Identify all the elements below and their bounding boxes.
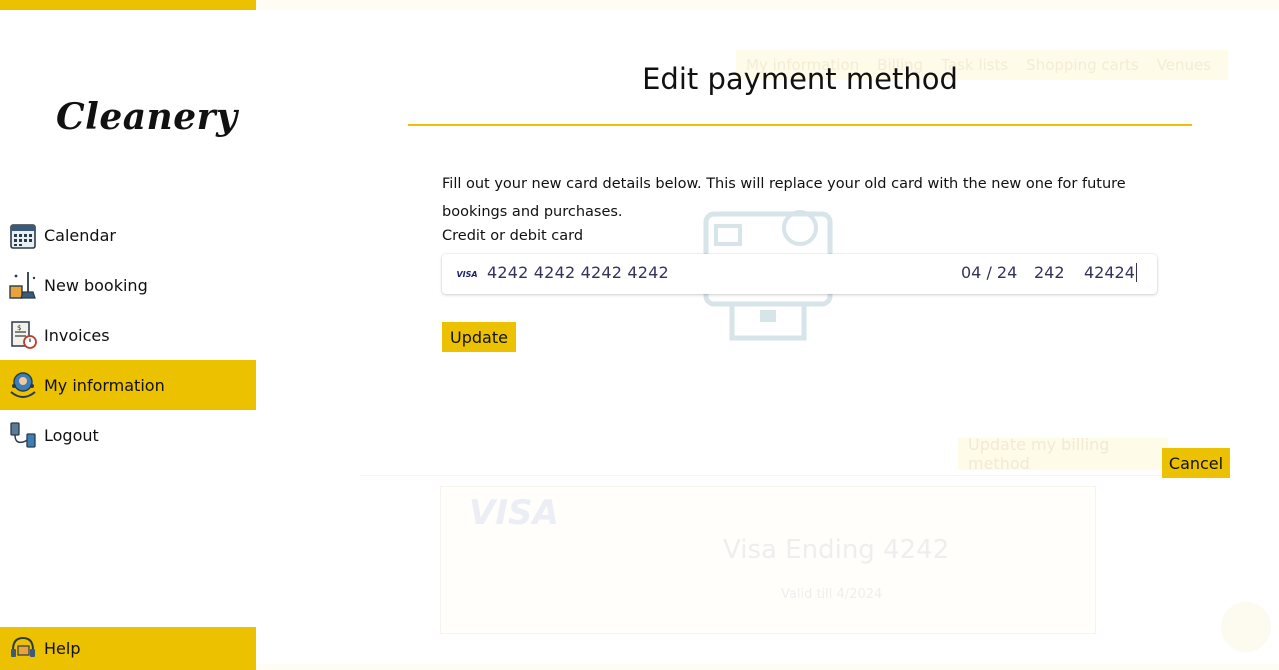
page-title: Edit payment method — [642, 62, 958, 96]
cancel-button[interactable]: Cancel — [1162, 448, 1230, 478]
help-headset-icon — [11, 636, 35, 657]
card-cvc-input[interactable]: 242 — [1034, 263, 1065, 282]
svg-text:$: $ — [17, 324, 21, 332]
logout-plug-icon — [10, 422, 36, 448]
update-button[interactable]: Update — [442, 322, 516, 352]
sidebar-item-logout[interactable]: Logout — [0, 410, 256, 460]
background-card-title: Visa Ending 4242 — [723, 535, 950, 565]
title-divider — [408, 124, 1192, 126]
app-logo[interactable]: Cleanery — [56, 96, 238, 138]
sidebar-item-label: Logout — [44, 425, 99, 445]
help-button[interactable]: Help — [0, 627, 256, 670]
invoice-icon: $ — [11, 321, 37, 349]
calendar-icon — [10, 224, 36, 249]
background-bottom-strip — [256, 664, 1279, 670]
card-field-label: Credit or debit card — [442, 228, 584, 244]
sidebar-item-label: Calendar — [44, 225, 116, 245]
visa-logo-icon: VISA — [469, 493, 559, 533]
sidebar-item-label: Invoices — [44, 325, 110, 345]
sidebar-item-label: My information — [44, 375, 165, 395]
background-card-valid: Valid till 4/2024 — [781, 587, 883, 602]
sidebar-item-my-information[interactable]: My information — [0, 360, 256, 410]
card-number-input[interactable]: 4242 4242 4242 4242 — [487, 263, 669, 282]
user-headset-icon — [10, 372, 36, 398]
sidebar-item-new-booking[interactable]: New booking — [0, 260, 256, 310]
sidebar-item-calendar[interactable]: Calendar — [0, 210, 256, 260]
background-update-billing-button: Update my billing method — [958, 435, 1168, 473]
sidebar-item-label: New booking — [44, 275, 148, 295]
background-top-strip — [256, 0, 1279, 10]
chat-icon — [1221, 602, 1271, 652]
card-input-field[interactable]: VISA 4242 4242 4242 4242 04 / 24 242 424… — [442, 254, 1157, 294]
sidebar-item-invoices[interactable]: $ Invoices — [0, 310, 256, 360]
card-zip-input[interactable]: 42424 — [1084, 263, 1137, 282]
sidebar: Cleanery Calendar New booking $ Invoices… — [0, 0, 256, 670]
background-saved-card: VISA Visa Ending 4242 Valid till 4/2024 — [440, 486, 1096, 634]
help-label: Help — [44, 639, 81, 658]
modal-description: Fill out your new card details below. Th… — [442, 176, 1126, 220]
sidebar-nav: Calendar New booking $ Invoices My infor… — [0, 210, 256, 460]
background-divider — [360, 475, 1230, 476]
visa-card-brand-icon: VISA — [456, 269, 478, 279]
card-expiry-input[interactable]: 04 / 24 — [961, 263, 1017, 282]
sidebar-top-bar — [0, 0, 256, 10]
cleaning-tools-icon — [9, 272, 36, 299]
